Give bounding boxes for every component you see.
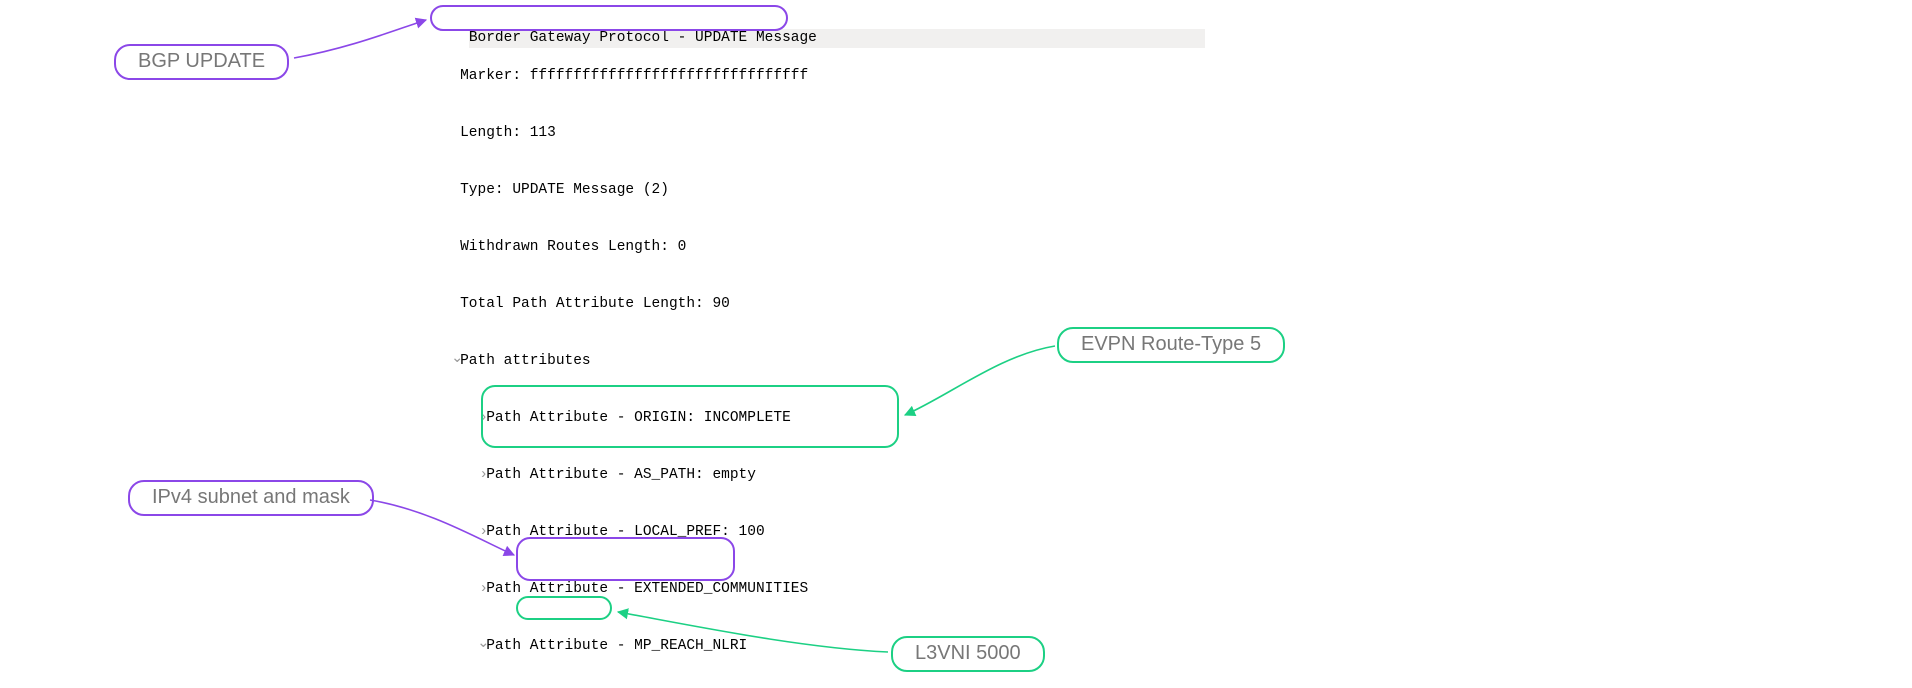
type-row: Type: UPDATE Message (2) <box>434 181 1174 200</box>
callout-evpn-rt5: EVPN Route-Type 5 <box>1057 327 1285 363</box>
attr-mpreach-row[interactable]: Path Attribute - MP_REACH_NLRI <box>434 637 1174 656</box>
callout-bgp-update: BGP UPDATE <box>114 44 289 80</box>
withdrawn-row: Withdrawn Routes Length: 0 <box>434 238 1174 257</box>
marker-row: Marker: ffffffffffffffffffffffffffffffff <box>434 67 1174 86</box>
attr-aspath-row[interactable]: Path Attribute - AS_PATH: empty <box>434 466 1174 485</box>
callout-ipv4-subnet: IPv4 subnet and mask <box>128 480 374 516</box>
callout-l3vni: L3VNI 5000 <box>891 636 1045 672</box>
arrow-bgp-update <box>294 20 426 58</box>
tpal-row: Total Path Attribute Length: 90 <box>434 295 1174 314</box>
length-row: Length: 113 <box>434 124 1174 143</box>
diagram-stage: Border Gateway Protocol - UPDATE Message… <box>0 0 1912 688</box>
attr-origin-row[interactable]: Path Attribute - ORIGIN: INCOMPLETE <box>434 409 1174 428</box>
bgp-header-text: Border Gateway Protocol - UPDATE Message <box>469 30 817 46</box>
attr-extcomm-row[interactable]: Path Attribute - EXTENDED_COMMUNITIES <box>434 580 1174 599</box>
bgp-header-row: Border Gateway Protocol - UPDATE Message <box>469 29 1205 48</box>
attr-localpref-row[interactable]: Path Attribute - LOCAL_PREF: 100 <box>434 523 1174 542</box>
